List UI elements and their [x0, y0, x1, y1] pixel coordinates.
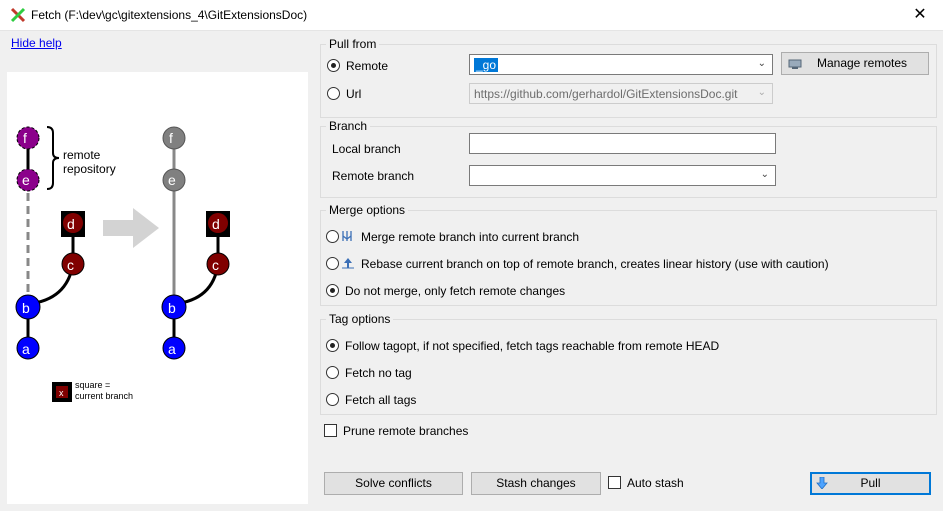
local-branch-label: Local branch	[332, 142, 401, 156]
fetch-only-radio[interactable]	[326, 284, 339, 297]
hide-help-link[interactable]: Hide help	[11, 36, 62, 50]
label-d-right: d	[212, 216, 220, 232]
label-a-right: a	[168, 341, 176, 357]
pull-label: Pull	[860, 476, 881, 490]
window-title: Fetch (F:\dev\gc\gitextensions_4\GitExte…	[31, 8, 308, 22]
dropdown-arrow-icon[interactable]: ⌄	[758, 58, 766, 69]
label-f-right: f	[169, 130, 173, 146]
remote-label: Remote	[346, 59, 389, 73]
close-icon[interactable]: ✕	[897, 0, 943, 30]
remote-branch-label: Remote branch	[332, 169, 415, 183]
follow-tagopt-radio[interactable]	[326, 339, 339, 352]
legend-line-2: current branch	[75, 391, 133, 401]
stash-changes-button[interactable]: Stash changes	[471, 472, 601, 495]
merge-option-label: Merge remote branch into current branch	[361, 230, 580, 244]
app-icon	[10, 7, 26, 23]
auto-stash-label: Auto stash	[627, 476, 684, 490]
auto-stash-checkbox[interactable]	[608, 476, 621, 489]
label-e-right: e	[168, 172, 176, 188]
commit-f-right	[162, 126, 186, 150]
follow-tagopt-label: Follow tagopt, if not specified, fetch t…	[345, 339, 720, 353]
dropdown-arrow-icon[interactable]: ⌄	[761, 169, 769, 180]
label-a: a	[22, 341, 30, 357]
local-branch-input[interactable]	[469, 133, 776, 154]
label-f: f	[23, 130, 27, 146]
url-value: https://github.com/gerhardol/GitExtensio…	[474, 87, 738, 101]
fetch-all-tags-label: Fetch all tags	[345, 393, 417, 407]
remote-label-2: repository	[63, 162, 116, 176]
manage-remotes-label: Manage remotes	[816, 56, 908, 70]
solve-conflicts-button[interactable]: Solve conflicts	[324, 472, 463, 495]
remote-label-1: remote	[63, 148, 101, 162]
pull-from-legend: Pull from	[326, 37, 380, 51]
prune-checkbox[interactable]	[324, 424, 337, 437]
fetch-no-tag-radio[interactable]	[326, 366, 339, 379]
help-diagram: f e d c b a remote repository f e d c b …	[7, 72, 308, 504]
remote-value: _go	[474, 58, 499, 72]
manage-remotes-icon	[788, 59, 802, 69]
manage-remotes-button[interactable]: Manage remotes	[781, 52, 929, 75]
url-combo[interactable]: https://github.com/gerhardol/GitExtensio…	[469, 83, 773, 104]
label-c-right: c	[212, 257, 219, 273]
git-history-diagram: f e d c b a remote repository f e d c b …	[15, 126, 230, 402]
url-label: Url	[346, 87, 362, 101]
remote-branch-combo[interactable]: ⌄	[469, 165, 776, 186]
fetch-only-label: Do not merge, only fetch remote changes	[345, 284, 566, 298]
legend-symbol: x	[59, 388, 64, 398]
remote-combo[interactable]: _go ⌄	[469, 54, 773, 75]
label-c: c	[67, 257, 74, 273]
remote-radio[interactable]	[327, 59, 340, 72]
label-b: b	[22, 300, 30, 316]
label-b-right: b	[168, 300, 176, 316]
fetch-all-tags-radio[interactable]	[326, 393, 339, 406]
dropdown-arrow-icon: ⌄	[757, 87, 766, 98]
fetch-no-tag-label: Fetch no tag	[345, 366, 412, 380]
tag-options-legend: Tag options	[326, 312, 394, 326]
label-e: e	[22, 172, 30, 188]
rebase-icon	[342, 258, 354, 269]
title-bar: Fetch (F:\dev\gc\gitextensions_4\GitExte…	[0, 0, 943, 31]
label-d: d	[67, 216, 75, 232]
pull-icon	[816, 477, 828, 489]
merge-radio[interactable]	[326, 230, 339, 243]
commit-f-remote	[16, 126, 40, 150]
merge-options-legend: Merge options	[326, 203, 409, 217]
branch-legend: Branch	[326, 119, 371, 133]
arrow-icon	[103, 208, 159, 248]
rebase-radio[interactable]	[326, 257, 339, 270]
merge-icon	[342, 231, 352, 241]
url-radio[interactable]	[327, 87, 340, 100]
pull-button[interactable]: Pull	[810, 472, 931, 495]
brace	[46, 126, 60, 190]
legend-line-1: square =	[75, 380, 110, 390]
prune-label: Prune remote branches	[343, 424, 469, 438]
rebase-option-label: Rebase current branch on top of remote b…	[361, 257, 829, 271]
